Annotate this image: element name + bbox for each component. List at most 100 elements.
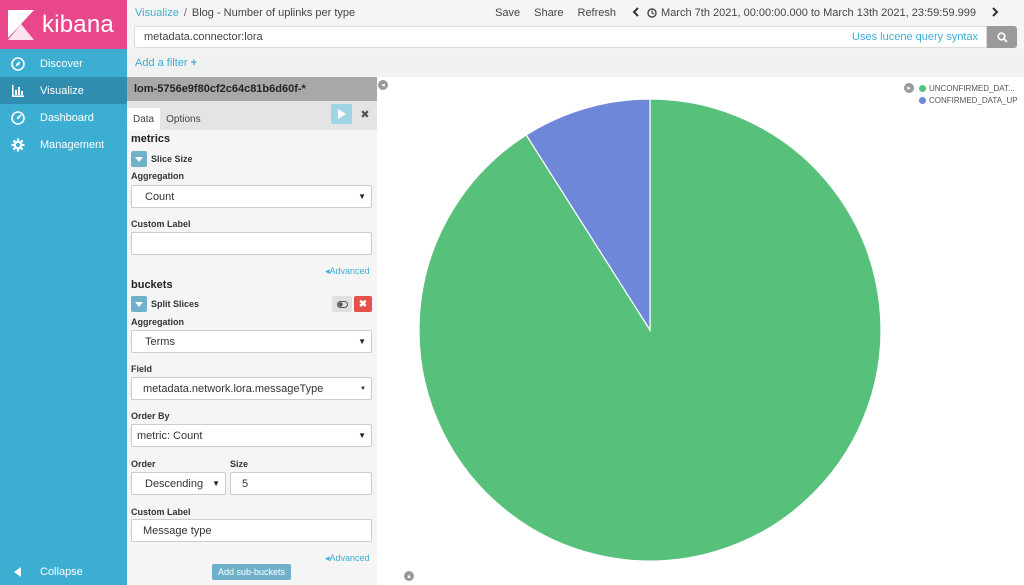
order-label: Order xyxy=(131,459,156,469)
chevron-down-icon: ▼ xyxy=(358,192,366,201)
buckets-section-title: buckets xyxy=(131,279,173,291)
collapse-label: Collapse xyxy=(40,565,83,578)
sidebar-item-label: Dashboard xyxy=(40,111,94,124)
top-nav-bar: Visualize / Blog - Number of uplinks per… xyxy=(127,0,1024,25)
legend-item[interactable]: UNCONFIRMED_DAT... xyxy=(919,82,1018,94)
kibana-logo-icon xyxy=(8,9,34,40)
order-select[interactable]: Descending ▼ xyxy=(131,472,226,495)
dashboard-gauge-icon xyxy=(11,110,25,125)
size-label: Size xyxy=(230,459,249,469)
order-by-value: metric: Count xyxy=(137,429,203,442)
filter-bar: Add a filter + xyxy=(127,49,1024,77)
sidebar: kibana Discover Visualize Dashboard Mana… xyxy=(0,0,127,585)
order-value: Descending xyxy=(145,477,204,490)
vis-editor-sidebar: lom-5756e9f80cf2c64c81b6d60f-* Data Opti… xyxy=(127,77,377,585)
time-picker[interactable]: March 7th 2021, 00:00:00.000 to March 13… xyxy=(647,7,976,19)
bucket-agg-header: Split Slices xyxy=(131,296,199,312)
close-icon: ✖ xyxy=(358,298,368,310)
chevron-down-icon: ▼ xyxy=(212,479,220,488)
tab-data[interactable]: Data xyxy=(127,108,161,130)
collapse-editor-icon[interactable]: ◂ xyxy=(378,80,388,90)
tab-options[interactable]: Options xyxy=(160,108,206,130)
pie-chart xyxy=(418,98,882,562)
sidebar-item-management[interactable]: Management xyxy=(0,131,127,158)
lucene-syntax-link[interactable]: Uses lucene query syntax xyxy=(852,31,978,43)
sidebar-item-visualize[interactable]: Visualize xyxy=(0,77,127,104)
search-icon xyxy=(996,31,1008,43)
bucket-aggregation-select[interactable]: Terms ▼ xyxy=(131,330,372,353)
editor-tabs: Data Options ✖ xyxy=(127,101,377,130)
field-select[interactable]: metadata.network.lora.messageType ▼ xyxy=(131,377,372,400)
chevron-down-icon: ▼ xyxy=(358,431,366,440)
size-input[interactable]: 5 xyxy=(230,472,372,495)
search-button[interactable] xyxy=(987,26,1017,48)
breadcrumb-separator: / xyxy=(183,6,187,19)
add-filter-button[interactable]: Add a filter + xyxy=(135,57,197,69)
brand-name: kibana xyxy=(42,10,114,38)
bucket-agg-toggle[interactable] xyxy=(131,296,147,312)
advanced-label: Advanced xyxy=(329,266,370,276)
query-bar: metadata.connector:lora Uses lucene quer… xyxy=(127,25,1024,49)
add-sub-buckets-button[interactable]: Add sub-buckets xyxy=(212,564,291,580)
legend-label: UNCONFIRMED_DAT... xyxy=(929,83,1015,93)
apply-changes-button[interactable] xyxy=(331,104,352,124)
sidebar-collapse-button[interactable]: Collapse xyxy=(0,558,127,585)
legend-dot-icon xyxy=(919,84,926,92)
bucket-advanced-link[interactable]: ◂Advanced xyxy=(325,553,370,564)
share-button[interactable]: Share xyxy=(534,7,563,19)
kibana-logo[interactable]: kibana xyxy=(0,0,127,49)
remove-agg-button[interactable]: ✖ xyxy=(354,296,372,312)
plus-icon: + xyxy=(190,57,198,69)
query-value: metadata.connector:lora xyxy=(144,31,263,43)
metric-agg-toggle[interactable] xyxy=(131,151,147,167)
index-pattern-title: lom-5756e9f80cf2c64c81b6d60f-* xyxy=(127,77,377,101)
bucket-custom-label-input[interactable]: Message type xyxy=(131,519,372,542)
metric-custom-label-input[interactable] xyxy=(131,232,372,255)
bucket-aggregation-value: Terms xyxy=(145,335,175,348)
bucket-aggregation-label: Aggregation xyxy=(131,317,184,327)
metric-aggregation-select[interactable]: Count ▼ xyxy=(131,185,372,208)
query-input[interactable]: metadata.connector:lora Uses lucene quer… xyxy=(134,26,987,48)
legend-item[interactable]: CONFIRMED_DATA_UP xyxy=(919,94,1018,106)
legend-dot-icon xyxy=(919,96,926,104)
time-back-chevron-icon[interactable] xyxy=(632,6,639,20)
compass-icon xyxy=(11,56,25,71)
size-value: 5 xyxy=(242,477,249,490)
time-range-text: March 7th 2021, 00:00:00.000 to March 13… xyxy=(661,6,976,19)
chart-legend: UNCONFIRMED_DAT... CONFIRMED_DATA_UP xyxy=(919,82,1018,106)
metric-aggregation-label: Aggregation xyxy=(131,171,184,181)
order-by-label: Order By xyxy=(131,411,170,421)
chevron-down-icon: ▼ xyxy=(360,386,366,392)
clock-icon xyxy=(647,7,657,18)
save-button[interactable]: Save xyxy=(495,7,520,19)
legend-toggle-icon[interactable]: ▸ xyxy=(904,83,914,93)
field-label: Field xyxy=(131,364,153,374)
chevron-down-icon: ▼ xyxy=(358,337,366,346)
chevron-down-icon xyxy=(135,301,143,307)
bucket-custom-label-value: Message type xyxy=(143,524,212,537)
metric-agg-name: Slice Size xyxy=(151,154,193,164)
breadcrumb-visualize-link[interactable]: Visualize xyxy=(135,7,179,19)
top-actions: Save Share Refresh March 7th 2021, 00:00… xyxy=(481,6,999,20)
collapse-spy-icon[interactable]: ▴ xyxy=(404,571,414,581)
metric-aggregation-value: Count xyxy=(145,190,175,203)
metric-advanced-link[interactable]: ◂Advanced xyxy=(325,266,370,277)
toggle-agg-button[interactable] xyxy=(332,296,352,312)
metric-agg-header: Slice Size xyxy=(131,151,193,167)
page-title: Blog - Number of uplinks per type xyxy=(191,6,356,19)
add-filter-label: Add a filter xyxy=(135,57,188,69)
metrics-section-title: metrics xyxy=(131,133,171,145)
bucket-agg-name: Split Slices xyxy=(151,299,200,309)
refresh-button[interactable]: Refresh xyxy=(578,7,617,19)
gear-icon xyxy=(11,138,25,152)
discard-changes-button[interactable]: ✖ xyxy=(356,104,374,124)
time-forward-chevron-icon[interactable] xyxy=(992,6,999,20)
sidebar-item-discover[interactable]: Discover xyxy=(0,50,127,77)
chart-area: ◂ ▸ UNCONFIRMED_DAT... CONFIRMED_DATA_UP … xyxy=(377,77,1024,585)
sidebar-item-dashboard[interactable]: Dashboard xyxy=(0,104,127,131)
sidebar-item-label: Visualize xyxy=(40,84,84,97)
order-by-select[interactable]: metric: Count ▼ xyxy=(131,424,372,447)
field-value: metadata.network.lora.messageType xyxy=(143,382,324,395)
collapse-arrow-icon xyxy=(11,565,25,579)
play-icon xyxy=(338,109,346,119)
